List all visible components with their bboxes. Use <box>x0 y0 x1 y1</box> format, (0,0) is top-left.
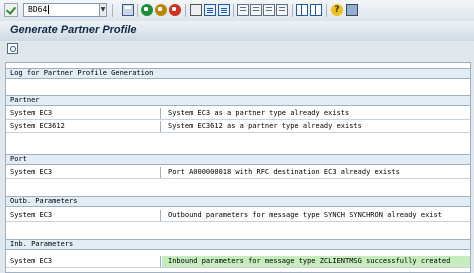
print-icon[interactable] <box>190 4 202 16</box>
last-page-icon[interactable] <box>276 4 288 16</box>
row-object: System EC3 <box>6 256 161 267</box>
toolbar-separator <box>292 4 293 17</box>
save-icon[interactable] <box>122 4 134 16</box>
next-page-icon[interactable] <box>263 4 275 16</box>
previous-page-icon[interactable] <box>250 4 262 16</box>
toolbar-separator <box>112 4 113 17</box>
customize-layout-icon[interactable] <box>346 4 358 16</box>
row-message: System EC3612 as a partner type already … <box>168 122 362 130</box>
command-value: BD64 <box>28 5 48 14</box>
toolbar-separator <box>233 4 234 17</box>
row-message-success: Inbound parameters for message type ZCLI… <box>162 256 470 267</box>
section-title: Partner <box>10 96 40 104</box>
find-in-log-icon[interactable] <box>7 43 18 54</box>
table-row[interactable]: System EC3 Inbound parameters for messag… <box>6 256 470 268</box>
section-title: Inb. Parameters <box>10 240 74 248</box>
row-message: Port A000000018 with RFC destination EC3… <box>168 168 400 176</box>
section-title: Outb. Parameters <box>10 197 78 205</box>
command-field[interactable]: BD64 <box>23 3 107 17</box>
application-toolbar <box>0 41 474 57</box>
create-session-icon[interactable] <box>296 4 308 16</box>
title-bar: Generate Partner Profile <box>0 21 474 42</box>
row-object: System EC3 <box>6 108 161 119</box>
section-header-port: Port <box>6 154 470 165</box>
row-object: System EC3 <box>6 167 161 178</box>
section-header-partner: Partner <box>6 95 470 106</box>
table-row[interactable]: System EC3612 System EC3612 as a partner… <box>6 121 470 133</box>
find-icon[interactable] <box>204 4 216 16</box>
toolbar-separator <box>185 4 186 17</box>
cancel-icon[interactable] <box>169 4 181 16</box>
log-list: Log for Partner Profile Generation Partn… <box>5 62 471 273</box>
command-history-dropdown-icon[interactable]: ▼ <box>99 3 107 17</box>
back-icon[interactable] <box>141 4 153 16</box>
log-header-label: Log for Partner Profile Generation <box>10 69 154 77</box>
row-message: System EC3 as a partner type already exi… <box>168 109 350 117</box>
row-message: Outbound parameters for message type SYN… <box>168 211 442 219</box>
shortcut-icon[interactable] <box>310 4 322 16</box>
table-row[interactable]: System EC3 Outbound parameters for messa… <box>6 210 470 222</box>
section-title: Port <box>10 155 27 163</box>
help-icon[interactable]: ? <box>331 4 343 16</box>
system-toolbar: BD64 ▼ ? <box>0 0 474 22</box>
first-page-icon[interactable] <box>237 4 249 16</box>
find-next-icon[interactable] <box>218 4 230 16</box>
table-row[interactable]: System EC3 System EC3 as a partner type … <box>6 108 470 120</box>
row-object: System EC3612 <box>6 121 161 132</box>
page-title: Generate Partner Profile <box>10 24 137 36</box>
log-header: Log for Partner Profile Generation <box>6 68 470 79</box>
enter-icon[interactable] <box>4 3 18 17</box>
toolbar-separator <box>137 4 138 17</box>
section-header-outbound-parameters: Outb. Parameters <box>6 196 470 207</box>
row-object: System EC3 <box>6 210 161 221</box>
table-row[interactable]: System EC3 Port A000000018 with RFC dest… <box>6 167 470 179</box>
exit-icon[interactable] <box>155 4 167 16</box>
section-header-inbound-parameters: Inb. Parameters <box>6 239 470 250</box>
toolbar-separator <box>326 4 327 17</box>
